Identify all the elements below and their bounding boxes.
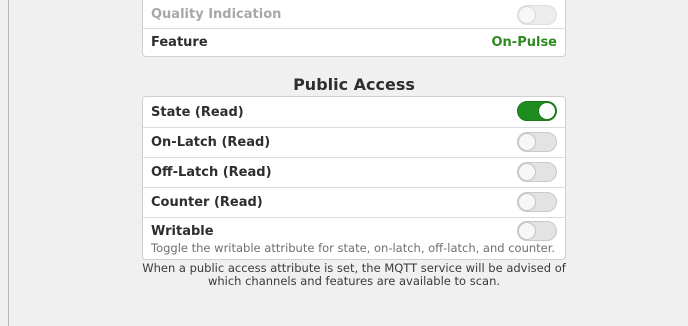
off-latch-read-row: Off-Latch (Read) [143, 157, 565, 187]
toggle-knob [518, 133, 536, 151]
state-read-toggle[interactable] [517, 101, 557, 121]
feature-row: Feature On-Pulse [143, 28, 565, 57]
writable-toggle[interactable] [517, 221, 557, 241]
writable-row: Writable Toggle the writable attribute f… [143, 217, 565, 259]
on-latch-read-label: On-Latch (Read) [151, 135, 271, 150]
toggle-knob [518, 193, 536, 211]
feature-value[interactable]: On-Pulse [492, 35, 558, 50]
state-read-row: State (Read) [143, 97, 565, 127]
toggle-knob [518, 222, 536, 240]
public-access-title: Public Access [293, 75, 415, 94]
counter-read-label: Counter (Read) [151, 195, 263, 210]
quality-indication-toggle[interactable] [517, 5, 557, 25]
counter-read-row: Counter (Read) [143, 187, 565, 217]
toggle-knob [518, 163, 536, 181]
public-access-card: State (Read) On-Latch (Read) Off-Latch (… [142, 96, 566, 260]
off-latch-read-label: Off-Latch (Read) [151, 165, 272, 180]
feature-label: Feature [151, 35, 208, 50]
writable-description: Toggle the writable attribute for state,… [151, 241, 556, 255]
toggle-knob [518, 6, 536, 24]
on-latch-read-row: On-Latch (Read) [143, 127, 565, 157]
writable-label: Writable [151, 224, 214, 239]
left-divider [8, 0, 9, 326]
channel-settings-card: Quality Indication Feature On-Pulse [142, 0, 566, 57]
state-read-label: State (Read) [151, 105, 244, 120]
toggle-knob [538, 102, 556, 120]
counter-read-toggle[interactable] [517, 192, 557, 212]
public-access-footnote: When a public access attribute is set, t… [142, 261, 566, 288]
on-latch-read-toggle[interactable] [517, 132, 557, 152]
off-latch-read-toggle[interactable] [517, 162, 557, 182]
quality-indication-label: Quality Indication [151, 7, 282, 22]
quality-indication-row: Quality Indication [143, 0, 565, 28]
